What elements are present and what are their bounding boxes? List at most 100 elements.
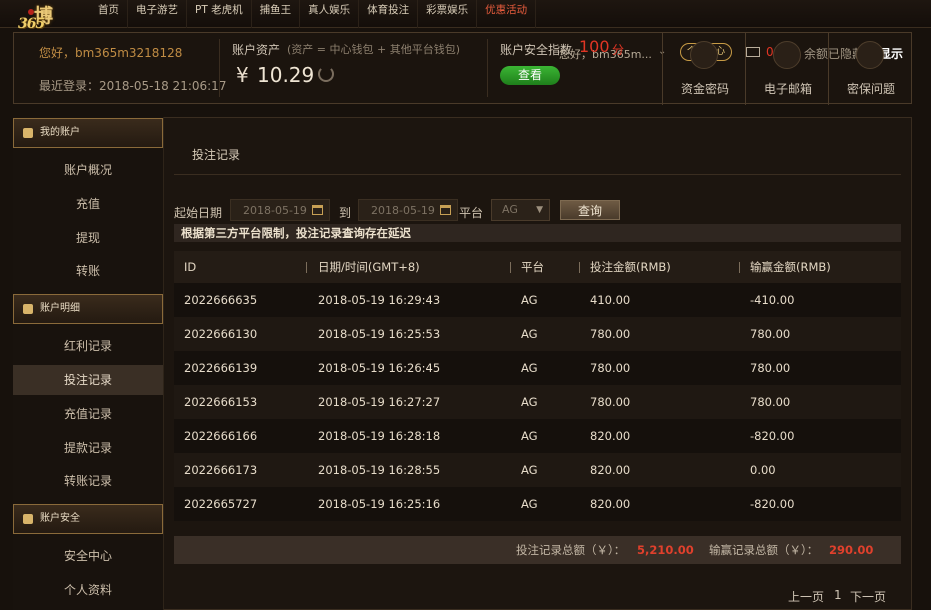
quick-link-fund-password[interactable]: 资金密码 [662,33,745,105]
platform-label: 平台 [459,206,484,220]
table-row: 2022666153 2018-05-19 16:27:27 AG 780.00… [174,385,901,419]
sidebar-item-transfer[interactable]: 转账 [13,256,163,286]
table-row: 2022666635 2018-05-19 16:29:43 AG 410.00… [174,283,901,317]
divider [174,174,901,175]
query-button[interactable]: 查询 [560,200,620,220]
calendar-icon[interactable] [312,205,323,215]
start-date-label: 起始日期 [174,206,223,220]
prev-page-link[interactable]: 上一页 [788,588,824,605]
cell-datetime: 2018-05-19 16:25:53 [318,327,441,341]
cell-platform: AG [521,361,538,375]
current-page[interactable]: 1 [834,588,842,602]
cell-id: 2022666173 [184,463,258,477]
cell-datetime: 2018-05-19 16:28:55 [318,463,441,477]
next-page-link[interactable]: 下一页 [850,588,886,605]
quick-link-security-question[interactable]: 密保问题 [828,33,911,105]
nav-slots[interactable]: 电子游艺 [128,0,187,28]
cell-id: 2022666139 [184,361,258,375]
cell-platform: AG [521,395,538,409]
cell-win-loss: 780.00 [750,361,791,375]
sidebar-item-withdraw-records[interactable]: 提款记录 [13,433,163,463]
calendar-icon[interactable] [440,205,451,215]
account-info-bar: 您好，bm365m3218128 最近登录：2018-05-18 21:06:1… [13,32,912,105]
view-security-button[interactable]: 查看 [500,66,560,85]
sidebar-item-overview[interactable]: 账户概况 [13,155,163,185]
quick-link-label: 电子邮箱 [763,82,812,96]
nav-fishing[interactable]: 捕鱼王 [252,0,301,28]
sidebar-item-deposit[interactable]: 充值 [13,189,163,219]
refresh-icon[interactable] [318,66,334,82]
sidebar-item-deposit-records[interactable]: 充值记录 [13,399,163,429]
mail-icon [773,41,801,69]
last-login-text: 最近登录：2018-05-18 21:06:17 [39,79,227,93]
cell-id: 2022666130 [184,327,258,341]
start-date-value: 2018-05-19 [243,204,307,217]
nav-sports[interactable]: 体育投注 [359,0,419,28]
sidebar-item-transfer-records[interactable]: 转账记录 [13,466,163,496]
table-row: 2022666139 2018-05-19 16:26:45 AG 780.00… [174,351,901,385]
sidebar-item-bet-records[interactable]: 投注记录 [13,365,163,395]
column-header-bet-amount[interactable]: 投注金额(RMB) [590,251,671,283]
cell-win-loss: 780.00 [750,395,791,409]
win-total-value: 290.00 [829,543,874,557]
quick-link-label: 密保问题 [846,82,895,96]
table-header: ID 日期/时间(GMT+8) 平台 投注金额(RMB) 输赢金额(RMB) [174,251,901,283]
table-row: 2022666173 2018-05-19 16:28:55 AG 820.00… [174,453,901,487]
start-date-input[interactable]: 2018-05-19 [230,199,330,221]
column-header-win-loss[interactable]: 输赢金额(RMB) [750,251,831,283]
nav-promotions[interactable]: 优惠活动 [477,0,537,28]
cell-datetime: 2018-05-19 16:27:27 [318,395,441,409]
table-row: 2022665727 2018-05-19 16:25:16 AG 820.00… [174,487,901,521]
sidebar-item-bonus-records[interactable]: 红利记录 [13,331,163,361]
cell-bet-amount: 780.00 [590,361,631,375]
cell-win-loss: -410.00 [750,293,795,307]
column-header-id[interactable]: ID [184,251,196,283]
cell-datetime: 2018-05-19 16:25:16 [318,497,441,511]
page-title: 投注记录 [192,148,241,162]
account-icon [23,128,33,138]
cell-platform: AG [521,429,538,443]
sidebar-item-security-center[interactable]: 安全中心 [13,541,163,571]
shield-icon [23,514,33,524]
sidebar-item-profile[interactable]: 个人资料 [13,575,163,605]
cell-id: 2022666635 [184,293,258,307]
column-divider [510,262,511,273]
column-header-platform[interactable]: 平台 [521,251,544,283]
question-icon [856,41,884,69]
cell-bet-amount: 820.00 [590,429,631,443]
security-unit: 分 [612,43,625,57]
sidebar-section-my-account[interactable]: 我的账户 [13,118,163,148]
sidebar-section-account-details[interactable]: 账户明细 [13,294,163,324]
sidebar-item-withdraw[interactable]: 提现 [13,223,163,253]
nav-home[interactable]: 首页 [90,0,128,28]
cell-platform: AG [521,327,538,341]
cell-datetime: 2018-05-19 16:29:43 [318,293,441,307]
asset-note: (资产 = 中心钱包 + 其他平台钱包) [287,43,461,56]
sidebar-section-account-security[interactable]: 账户安全 [13,504,163,534]
cell-win-loss: -820.00 [750,497,795,511]
nav-lottery[interactable]: 彩票娱乐 [418,0,478,28]
win-total-label: 输赢记录总额（￥）： [709,543,819,557]
cell-bet-amount: 820.00 [590,497,631,511]
cell-datetime: 2018-05-19 16:28:18 [318,429,441,443]
table-row: 2022666166 2018-05-19 16:28:18 AG 820.00… [174,419,901,453]
cell-win-loss: -820.00 [750,429,795,443]
nav-live-casino[interactable]: 真人娱乐 [300,0,360,28]
platform-select[interactable]: AG ▼ [491,199,550,221]
nav-pt-slots[interactable]: PT 老虎机 [187,0,252,28]
column-divider [306,262,307,273]
greeting-text: 您好，bm365m3218128 [39,46,183,60]
platform-selected-value: AG [502,203,518,216]
column-header-datetime[interactable]: 日期/时间(GMT+8) [318,251,420,283]
cell-platform: AG [521,463,538,477]
sidebar-section-title: 账户安全 [40,513,80,524]
column-divider [739,262,740,273]
site-logo[interactable]: 博 365 [14,0,94,32]
main-panel: 投注记录 起始日期 2018-05-19 到 2018-05-19 平台 AG … [164,117,912,610]
lock-icon [690,41,718,69]
end-date-input[interactable]: 2018-05-19 [358,199,458,221]
bet-total-label: 投注记录总额（￥）： [516,543,626,557]
bet-total-value: 5,210.00 [637,543,694,557]
quick-link-label: 资金密码 [680,82,729,96]
quick-link-email[interactable]: 电子邮箱 [745,33,828,105]
